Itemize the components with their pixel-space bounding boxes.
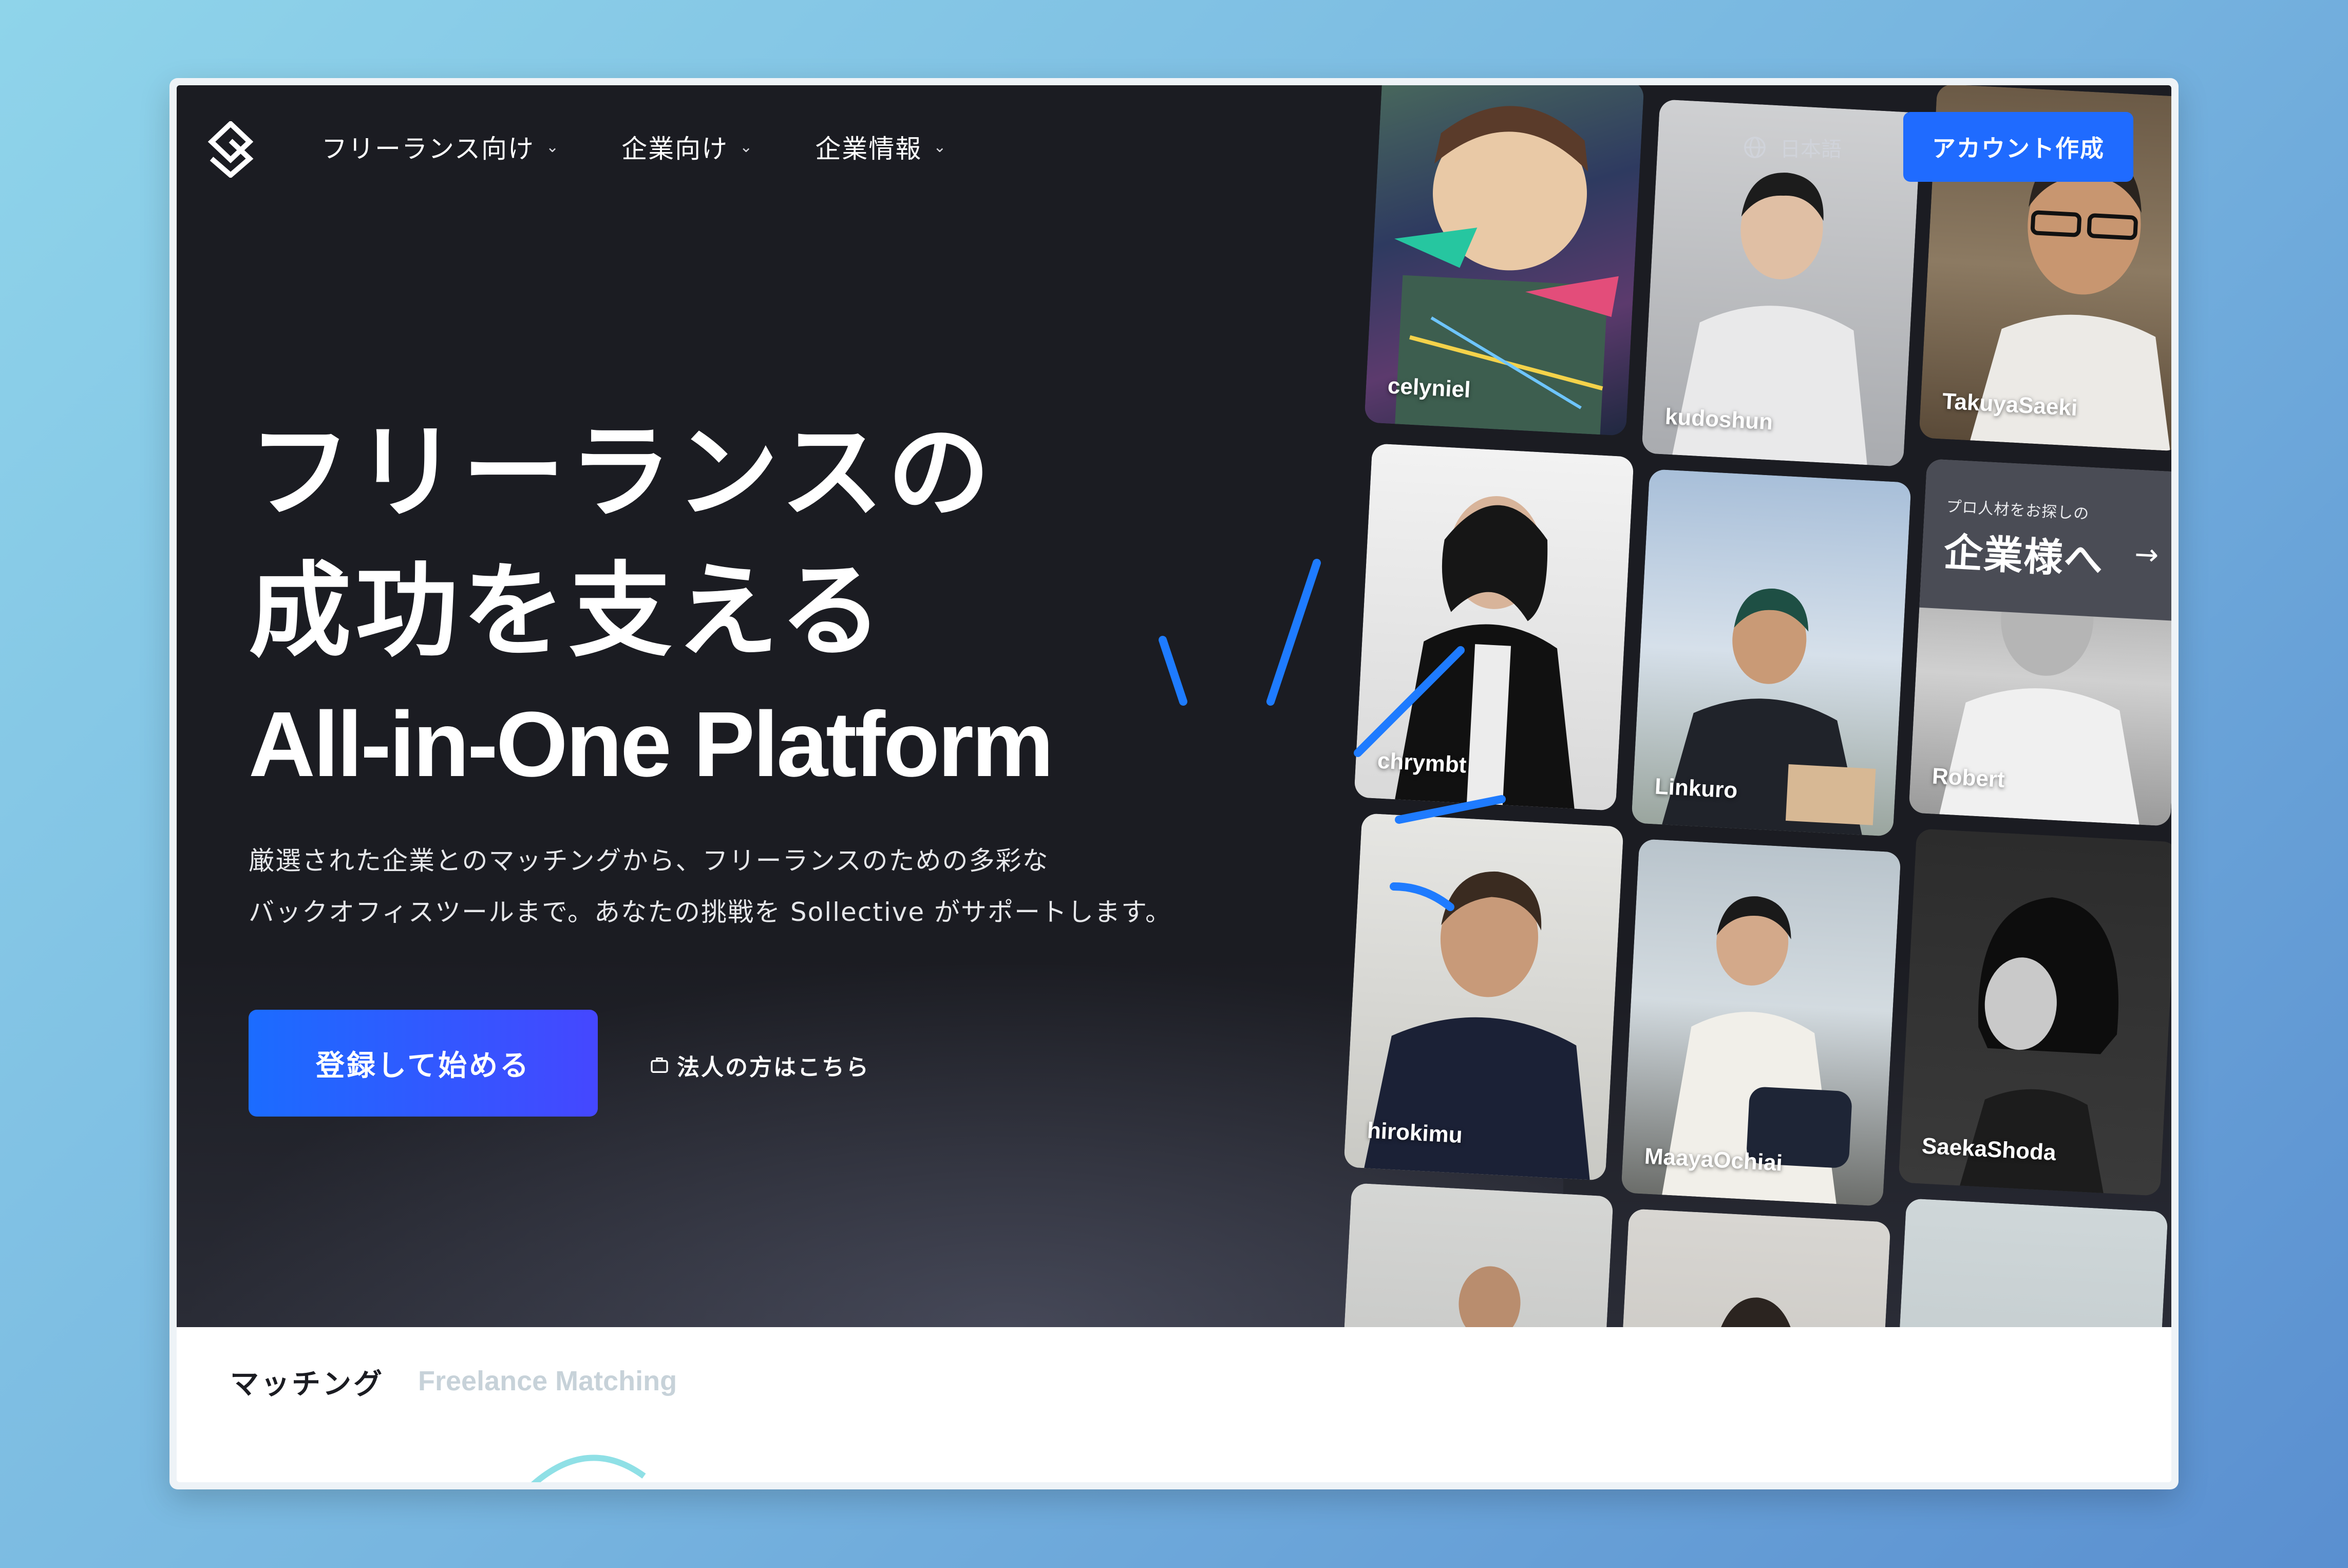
- globe-icon: [1744, 137, 1766, 158]
- matching-section: マッチング Freelance Matching: [177, 1327, 2171, 1482]
- headline-line-2: 成功を支える: [249, 552, 887, 671]
- decorative-arc: [531, 1454, 646, 1482]
- browser-window: celyniel chrymbt hirokimu kudoshun Linku…: [169, 78, 2179, 1489]
- freelancer-card-partial-3[interactable]: [1888, 1198, 2168, 1327]
- headline-english: All-in-One Platform: [249, 693, 1054, 796]
- decorative-strokes: [1159, 559, 1506, 911]
- sollective-logo-icon[interactable]: [207, 121, 254, 178]
- headline-line-1: フリーランスの: [249, 413, 995, 533]
- card-name: Linkuro: [1654, 773, 1738, 803]
- company-card-robert[interactable]: プロ人材をお探しの 企業様へ → Robert: [1908, 459, 2171, 826]
- chevron-down-icon: ⌄: [546, 138, 560, 156]
- nav-item-label: フリーランス向け: [321, 134, 535, 164]
- nav-item-company-info[interactable]: 企業情報 ⌄: [815, 131, 948, 164]
- register-start-button[interactable]: 登録して始める: [249, 1010, 598, 1117]
- freelancer-card-celyniel[interactable]: celyniel: [1364, 85, 1644, 436]
- description-line-2: バックオフィスツールまで。あなたの挑戦を Sollective がサポートします…: [249, 897, 1172, 927]
- briefcase-icon: [651, 1057, 668, 1073]
- nav-item-label: 企業情報: [815, 134, 922, 164]
- card-name: Robert: [1931, 763, 2005, 792]
- card-name: celyniel: [1387, 373, 1471, 403]
- description-line-1: 厳選された企業とのマッチングから、フリーランスのための多彩な: [249, 846, 1049, 876]
- hero-section: celyniel chrymbt hirokimu kudoshun Linku…: [177, 85, 2171, 1327]
- chevron-down-icon: ⌄: [933, 138, 948, 156]
- corporate-link-label: 法人の方はこちら: [677, 1054, 870, 1081]
- section-title: マッチング: [230, 1368, 384, 1401]
- person-photo: [1714, 1297, 1797, 1327]
- nav-item-freelance[interactable]: フリーランス向け ⌄: [321, 131, 560, 164]
- page-viewport: celyniel chrymbt hirokimu kudoshun Linku…: [177, 85, 2171, 1482]
- hero-headline: フリーランスの 成功を支える: [249, 404, 994, 681]
- freelancer-card-partial-1[interactable]: [1333, 1183, 1614, 1327]
- hero-description: 厳選された企業とのマッチングから、フリーランスのための多彩な バックオフィスツー…: [249, 835, 1172, 938]
- nav-item-label: 企業向け: [621, 134, 729, 164]
- language-label: 日本語: [1780, 138, 1842, 161]
- main-nav: フリーランス向け ⌄ 企業向け ⌄ 企業情報 ⌄: [321, 131, 1009, 164]
- freelancer-card-saekashoda[interactable]: SaekaShoda: [1898, 828, 2171, 1196]
- freelancer-card-maayaochiai[interactable]: MaayaOchiai: [1621, 839, 1901, 1206]
- card-name: hirokimu: [1366, 1118, 1463, 1148]
- company-banner-title: 企業様へ: [1942, 529, 2105, 583]
- person-photo: [1459, 1266, 1521, 1327]
- section-subtitle: Freelance Matching: [418, 1366, 677, 1396]
- language-selector[interactable]: 日本語: [1743, 133, 1842, 162]
- create-account-button[interactable]: アカウント作成: [1903, 112, 2133, 182]
- freelancer-card-partial-2[interactable]: [1611, 1208, 1891, 1327]
- freelancer-card-linkuro[interactable]: Linkuro: [1631, 469, 1911, 837]
- nav-item-companies[interactable]: 企業向け ⌄: [621, 131, 754, 164]
- arrow-right-icon: →: [2133, 537, 2160, 572]
- corporate-link[interactable]: 法人の方はこちら: [649, 1049, 870, 1082]
- chevron-down-icon: ⌄: [740, 138, 754, 156]
